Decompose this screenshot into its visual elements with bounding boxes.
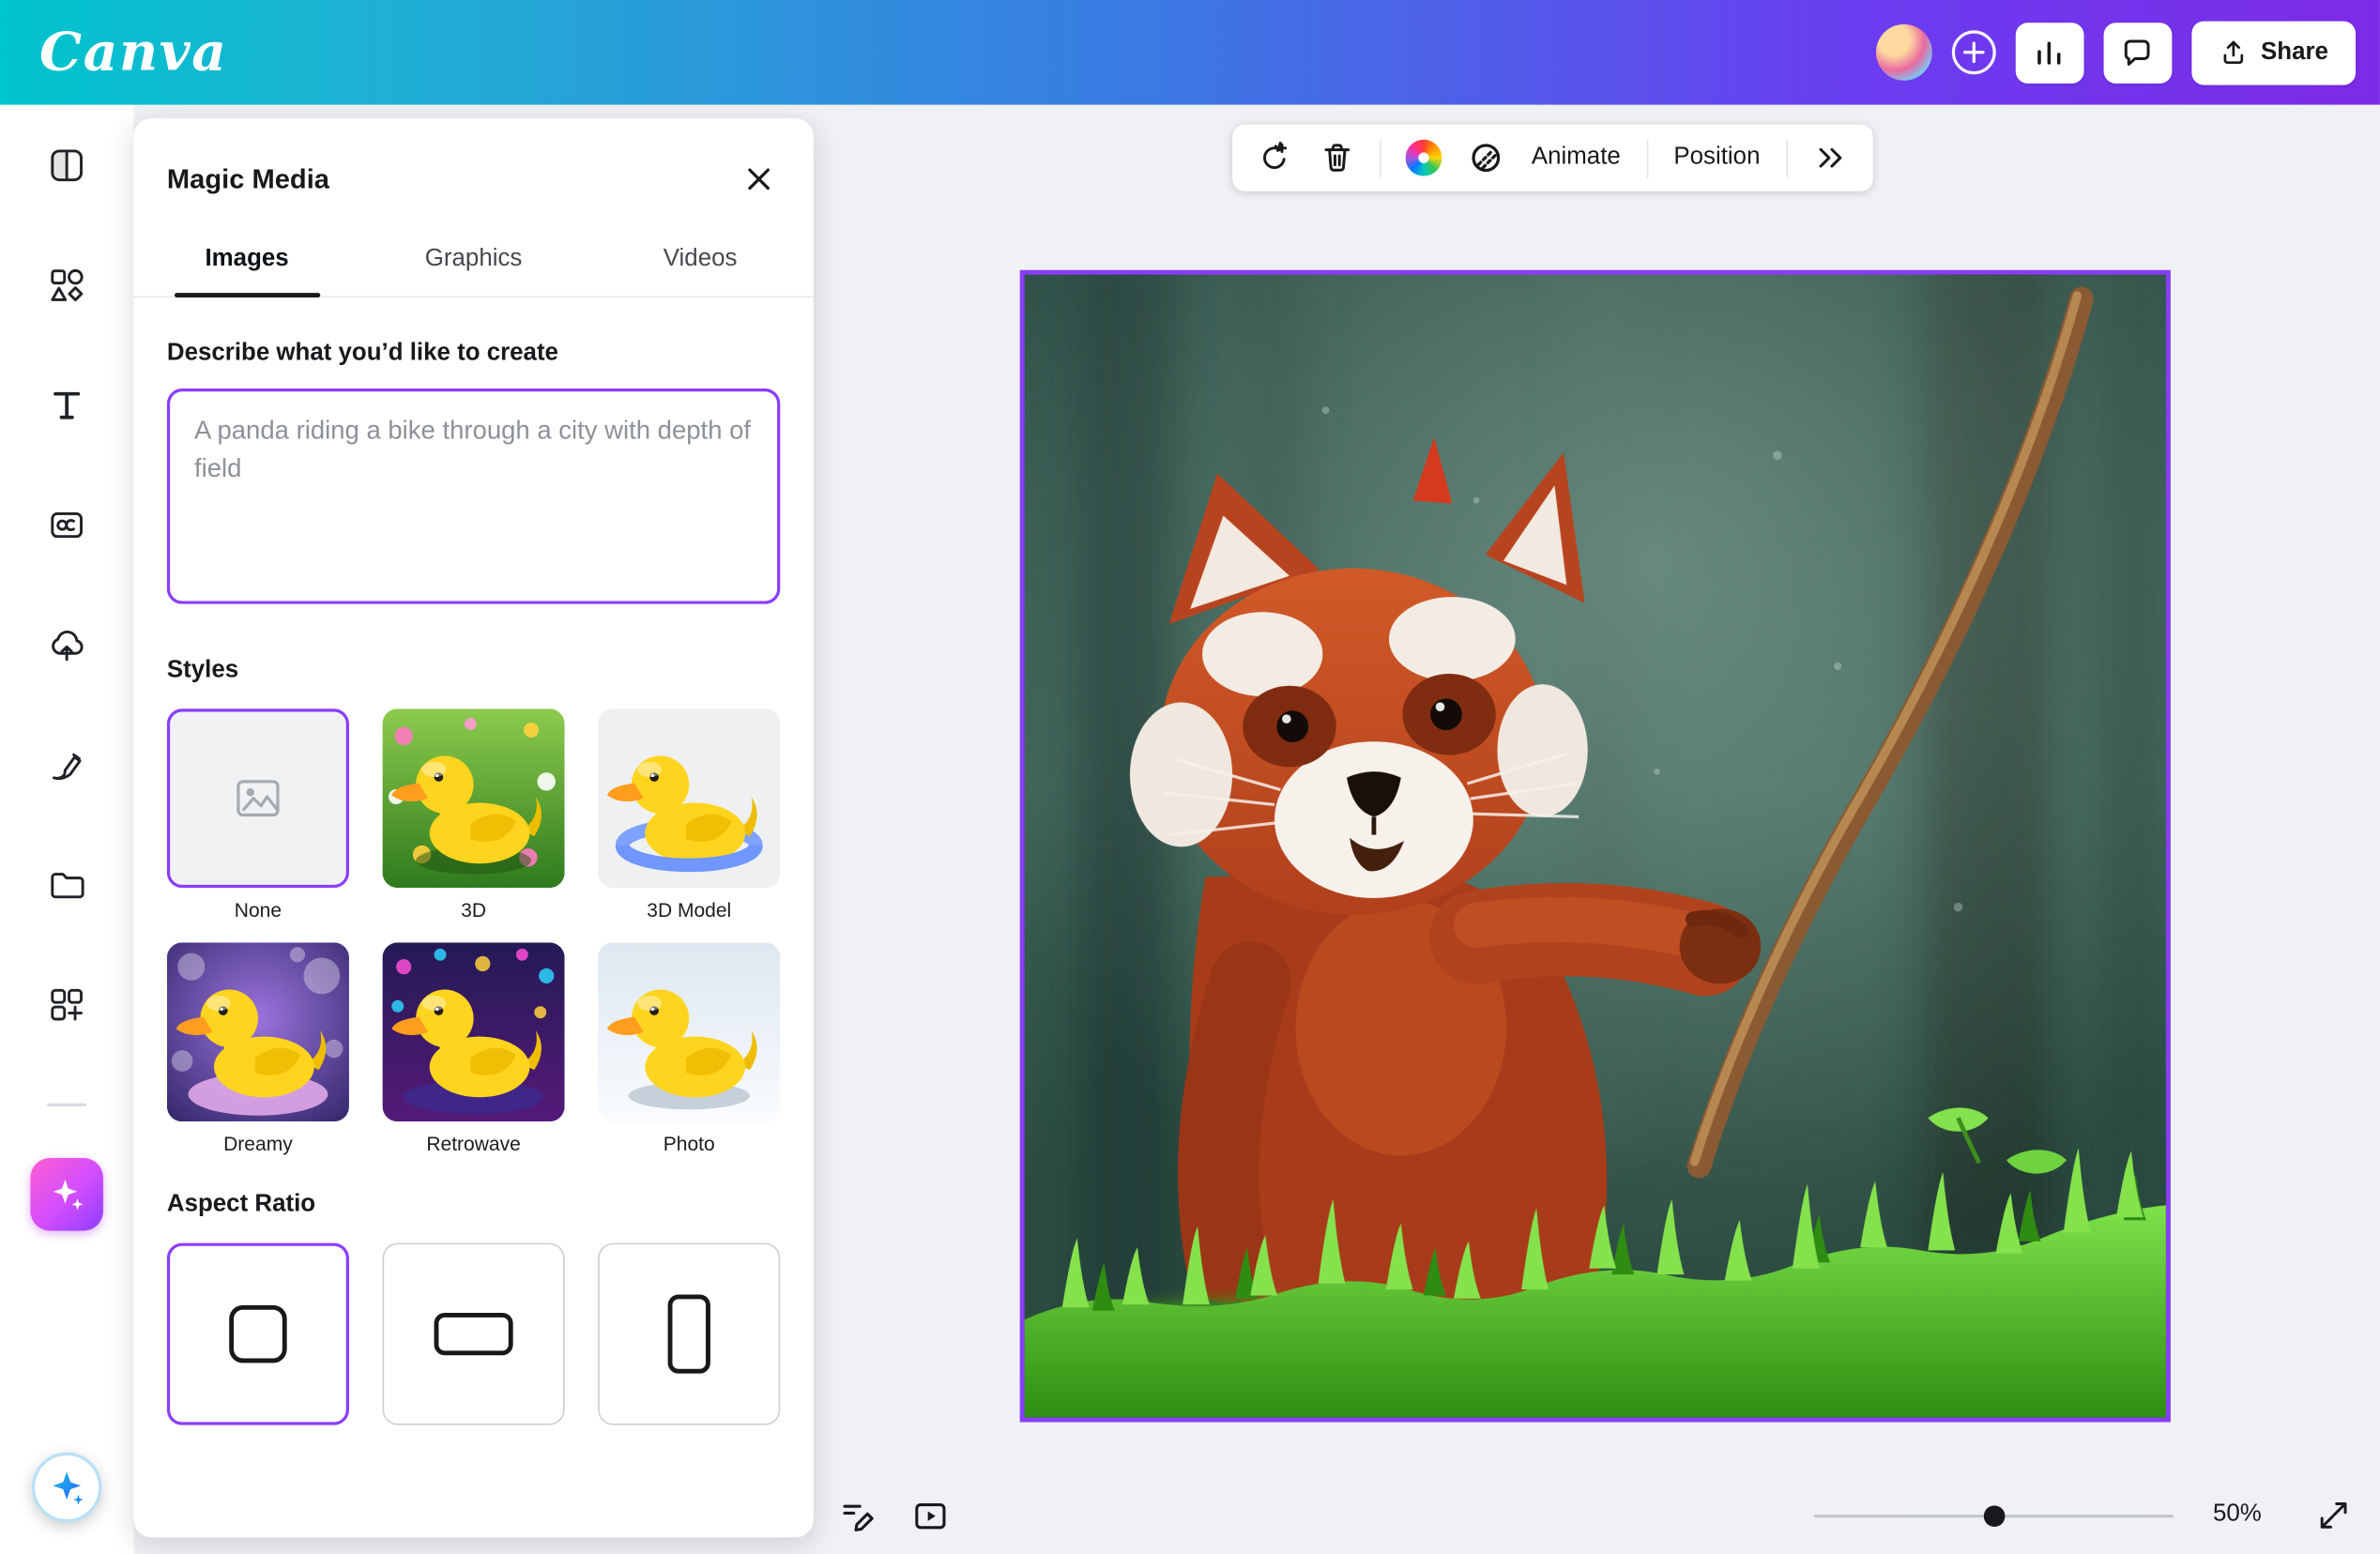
close-panel-button[interactable] [738,158,780,200]
aspect-option-portrait[interactable] [598,1243,780,1425]
design-icon [47,145,86,184]
sidebar-item-draw[interactable] [22,704,113,824]
top-bar-actions: Share [1875,21,2356,84]
panel-tabs: Images Graphics Videos [133,226,814,297]
aspect-ratio-options [167,1243,780,1425]
sidebar-item-brand[interactable] [22,465,113,585]
sidebar-item-projects[interactable] [22,824,113,944]
assistant-button[interactable] [32,1453,101,1522]
style-thumb-dreamy-duck [167,942,349,1121]
prompt-input[interactable] [167,388,780,604]
sidebar-item-text[interactable] [22,344,113,465]
plus-icon [1961,41,1984,64]
color-button[interactable] [1404,133,1443,182]
transparency-button[interactable] [1466,133,1505,182]
panel-title: Magic Media [167,163,329,195]
toolbar-divider [1380,139,1381,176]
tab-images[interactable]: Images [133,226,360,296]
sidebar-divider [47,1104,86,1106]
magic-sparkle-icon [47,1175,86,1214]
expand-icon [2316,1498,2351,1532]
context-toolbar: Animate Position [1232,125,1872,191]
transparency-icon [1470,141,1503,175]
sidebar-item-magic-media[interactable] [30,1158,103,1231]
style-thumb-3d-duck [383,708,565,888]
presentation-icon [912,1498,949,1534]
apps-grid-icon [47,984,86,1024]
delete-button[interactable] [1318,133,1357,182]
style-thumb-3d-model-duck [598,708,780,888]
portrait-shape-icon [668,1295,710,1374]
add-member-button[interactable] [1951,30,1995,74]
zoom-slider[interactable] [1814,1515,2174,1517]
assistant-sparkle-icon [47,1468,86,1507]
styles-label: Styles [167,657,780,684]
brand-icon [47,505,86,544]
position-button[interactable]: Position [1671,145,1763,172]
comment-bubble-icon [2120,36,2154,69]
zoom-level[interactable]: 50% [2213,1501,2262,1529]
style-thumb-retrowave-duck [383,942,565,1121]
aspect-ratio-label: Aspect Ratio [167,1192,780,1219]
style-option-3d-model[interactable]: 3D Model [598,708,780,921]
generate-again-button[interactable] [1256,133,1295,182]
present-button[interactable] [912,1498,949,1534]
color-wheel-icon [1406,140,1442,176]
style-thumb-none [167,708,349,888]
aspect-option-landscape[interactable] [383,1243,565,1425]
share-button[interactable]: Share [2191,21,2356,84]
sidebar [0,105,133,1554]
magic-media-panel: Magic Media Images Graphics Videos Descr… [133,118,814,1537]
style-option-photo[interactable]: Photo [598,942,780,1154]
trash-icon [1320,141,1354,175]
notes-icon [839,1498,876,1534]
animate-button[interactable]: Animate [1529,145,1624,172]
aspect-option-square[interactable] [167,1243,349,1425]
describe-label: Describe what you’d like to create [167,340,780,367]
sidebar-item-elements[interactable] [22,224,113,344]
landscape-shape-icon [435,1313,513,1355]
sidebar-item-design[interactable] [22,105,113,225]
style-thumb-photo-duck [598,942,780,1121]
fullscreen-button[interactable] [2316,1498,2351,1532]
toolbar-divider [1646,139,1648,176]
regenerate-icon [1259,141,1292,175]
sidebar-item-apps[interactable] [22,944,113,1064]
style-option-none[interactable]: None [167,708,349,921]
comments-button[interactable] [2103,22,2172,83]
zoom-slider-handle[interactable] [1984,1505,2006,1527]
canva-app: Canva Share [0,0,2380,1554]
folder-icon [47,864,86,904]
notes-button[interactable] [839,1498,876,1534]
style-option-dreamy[interactable]: Dreamy [167,942,349,1154]
close-icon [743,164,773,194]
elements-icon [47,265,86,304]
toolbar-divider [1786,139,1788,176]
double-chevron-icon [1813,141,1847,175]
more-tools-button[interactable] [1810,133,1850,182]
selected-image-red-panda[interactable] [1020,270,2171,1423]
share-label: Share [2261,38,2328,66]
avatar[interactable] [1875,24,1931,81]
cloud-upload-icon [47,625,86,664]
pen-icon [47,744,86,784]
tab-graphics[interactable]: Graphics [360,226,587,296]
red-panda-artwork [1025,275,2166,1418]
top-bar: Canva Share [0,0,2380,105]
square-shape-icon [229,1305,286,1363]
style-option-3d[interactable]: 3D [383,708,565,921]
bar-chart-icon [2033,36,2067,69]
sidebar-item-uploads[interactable] [22,585,113,705]
insights-button[interactable] [2015,22,2083,83]
upload-icon [2219,38,2248,67]
styles-grid: None 3D [167,708,780,1154]
canva-logo[interactable]: Canva [39,22,228,84]
tab-videos[interactable]: Videos [587,226,814,296]
style-option-retrowave[interactable]: Retrowave [383,942,565,1154]
image-placeholder-icon [234,774,282,823]
text-icon [47,385,86,424]
